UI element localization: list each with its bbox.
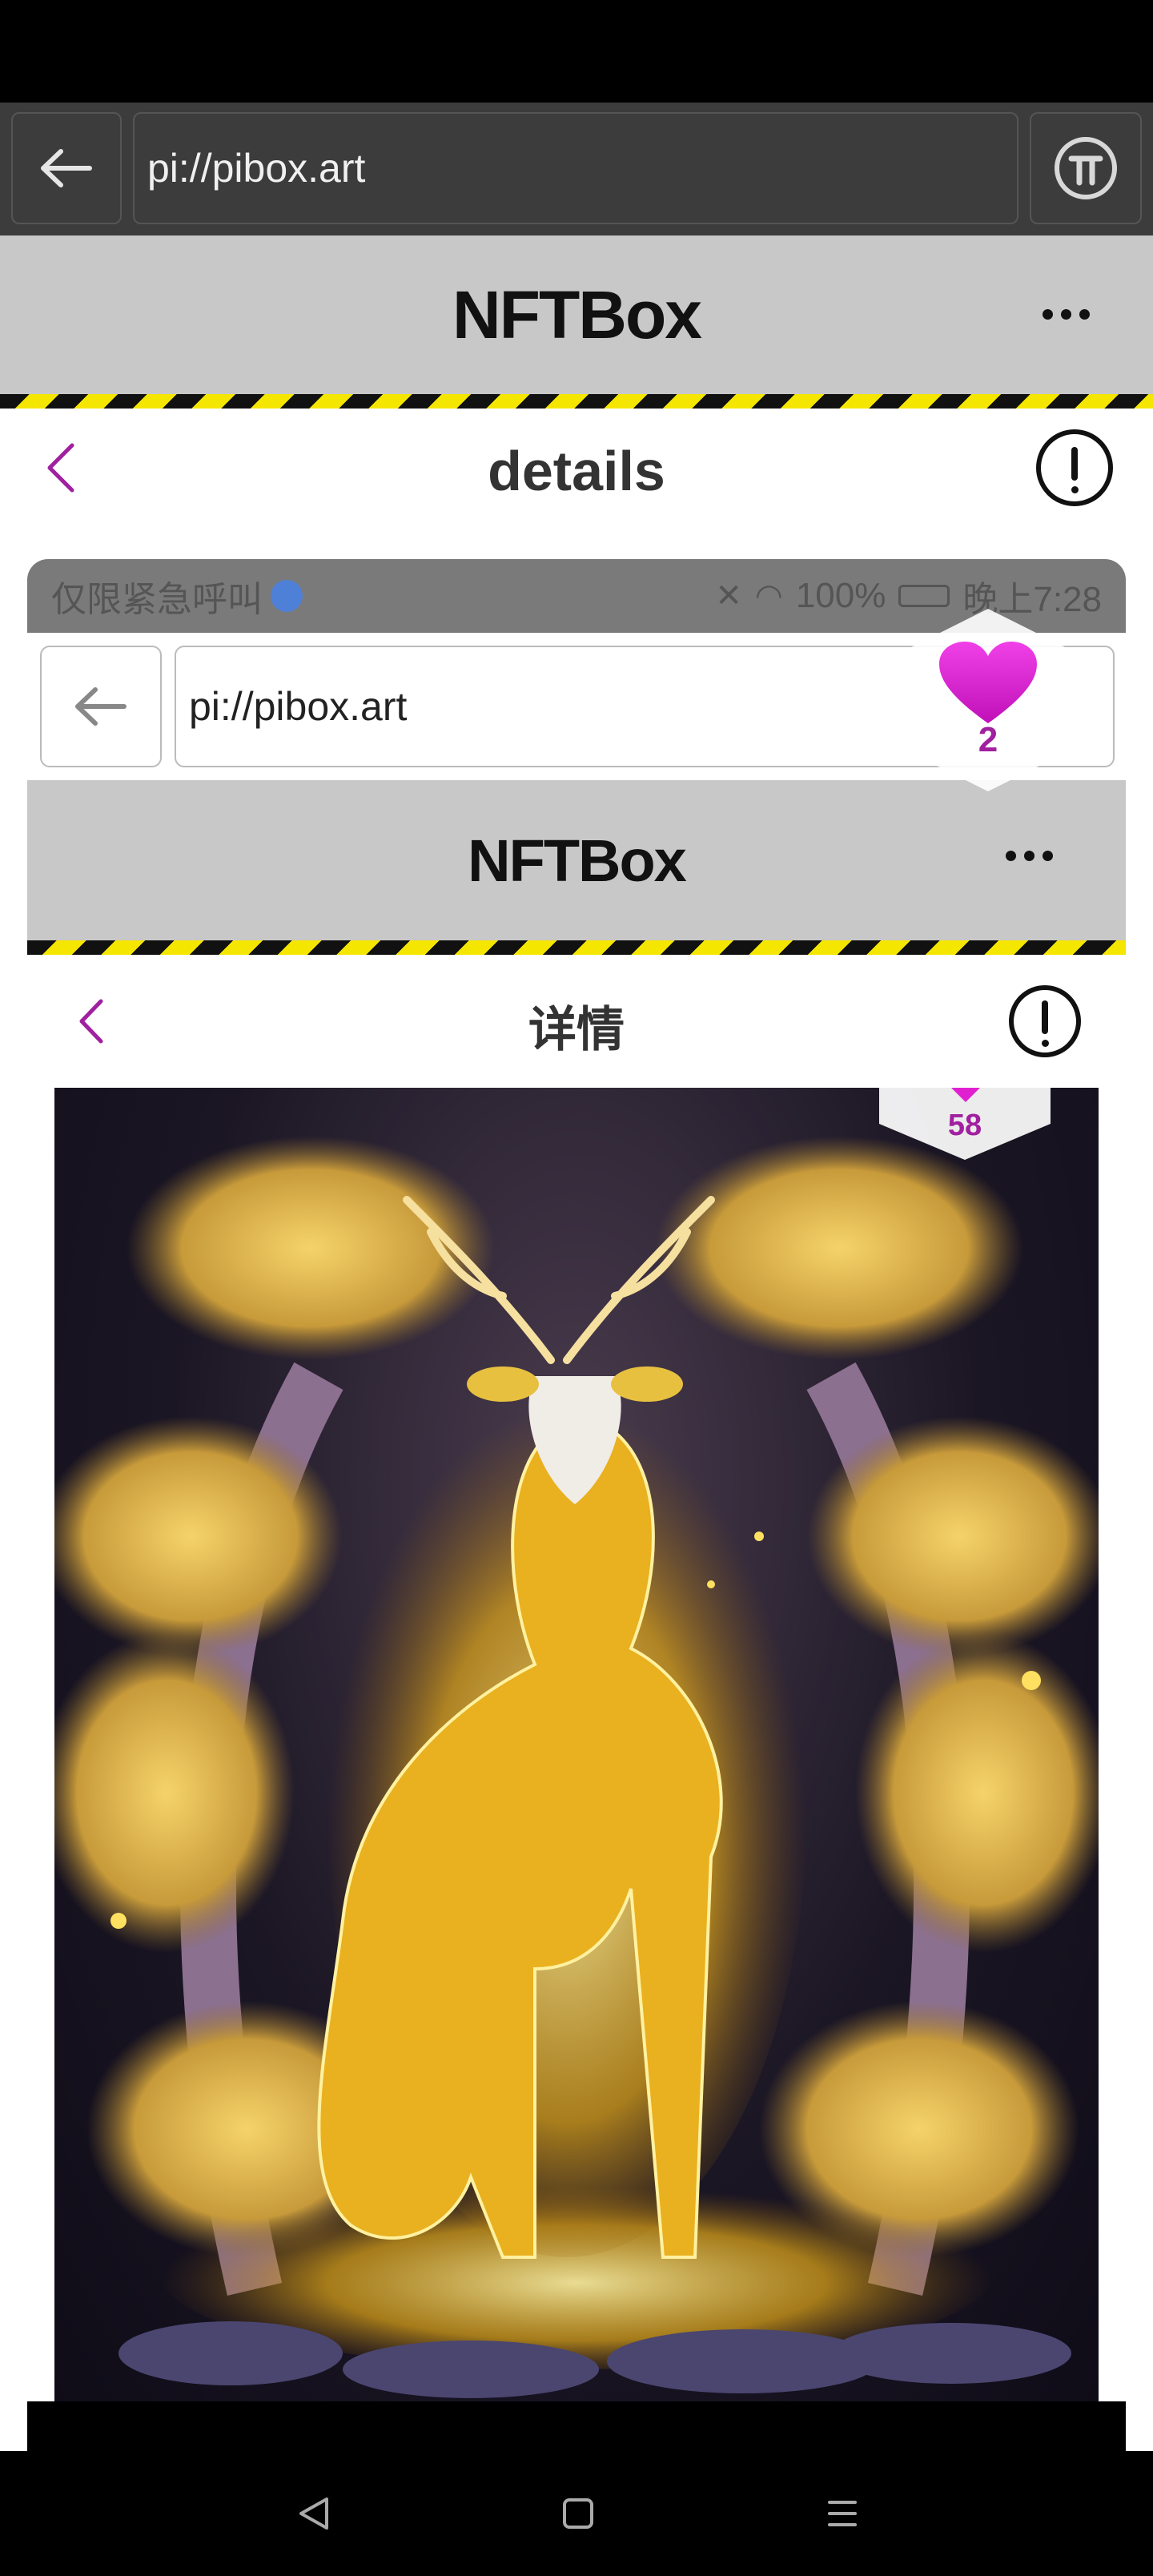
system-nav-bar xyxy=(0,2451,1153,2576)
like-count: 2 xyxy=(978,720,998,759)
golden-deer-artwork xyxy=(54,1136,1099,2398)
alert-circle-icon xyxy=(1071,447,1078,481)
pi-logo-icon xyxy=(1055,137,1117,199)
nav-menu-icon[interactable] xyxy=(825,2496,860,2531)
url-bar[interactable]: pi://pibox.art xyxy=(133,112,1018,224)
inner-more-dots-icon[interactable] xyxy=(1006,851,1053,861)
page-title: details xyxy=(488,440,665,502)
inner-status-text: 仅限紧急呼叫 xyxy=(51,580,263,619)
inner-like-count: 58 xyxy=(947,1109,982,1142)
inner-nav-bar xyxy=(27,2401,1126,2451)
inner-app-title: NFTBox xyxy=(468,827,687,894)
hazard-stripe xyxy=(0,394,1153,409)
nav-back-triangle-icon[interactable] xyxy=(296,2496,331,2531)
url-text: pi://pibox.art xyxy=(147,146,366,191)
inner-page-title: 详情 xyxy=(528,1002,625,1057)
more-dots-icon[interactable] xyxy=(1043,309,1090,320)
inner-battery: 100% xyxy=(795,576,886,615)
browser-back-button[interactable] xyxy=(11,112,122,224)
arrow-left-icon xyxy=(75,687,127,726)
alert-circle-icon xyxy=(1042,1000,1048,1034)
wifi-icon: ◠ xyxy=(754,578,783,614)
heart-icon xyxy=(946,1088,985,1102)
inner-report-button[interactable] xyxy=(1009,985,1081,1057)
nft-artwork-image[interactable] xyxy=(54,1088,1099,2401)
app-title: NFTBox xyxy=(452,276,702,352)
inner-back-button[interactable] xyxy=(40,646,162,767)
nav-home-icon[interactable] xyxy=(560,2496,596,2531)
pi-wallet-button[interactable] xyxy=(1030,112,1142,224)
inner-url-text: pi://pibox.art xyxy=(189,684,408,729)
report-button[interactable] xyxy=(1036,429,1113,506)
inner-hazard-stripe xyxy=(27,940,1126,955)
mute-icon: ✕ xyxy=(715,578,742,614)
status-bar xyxy=(0,0,1153,103)
arrow-left-icon xyxy=(41,149,92,187)
heart-icon xyxy=(939,642,1037,723)
inner-status-bar: 仅限紧急呼叫 ✕ ◠ 100% 晚上7:28 xyxy=(27,559,1126,633)
globe-icon xyxy=(271,580,303,612)
battery-icon xyxy=(898,585,950,607)
